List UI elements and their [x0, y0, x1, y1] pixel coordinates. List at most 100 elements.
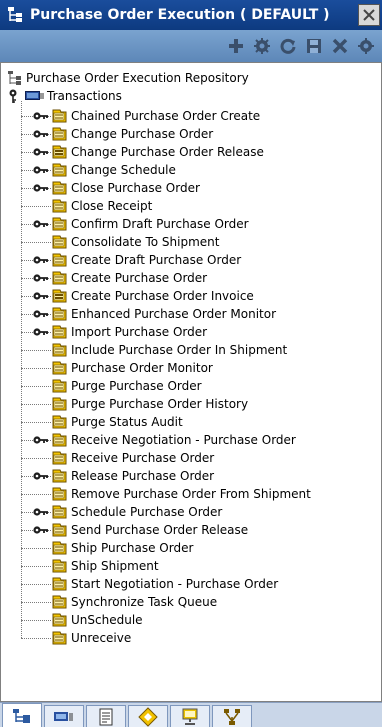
save-button[interactable]	[302, 34, 326, 58]
tree-item-transaction[interactable]: Send Purchase Order Release	[71, 521, 248, 539]
purchase-order-execution-window: Purchase Order Execution ( DEFAULT ) Pur…	[0, 0, 382, 727]
tree-item-label: Consolidate To Shipment	[71, 235, 220, 249]
tree-root-node[interactable]: Purchase Order Execution Repository	[7, 69, 249, 87]
tree-item-transaction[interactable]: Schedule Purchase Order	[71, 503, 222, 521]
tree-item-transaction[interactable]: Purge Status Audit	[71, 413, 183, 431]
expand-key-icon[interactable]	[33, 219, 49, 229]
transaction-document-icon	[51, 576, 69, 592]
tree-branch-line	[21, 494, 51, 495]
tree-item-transaction[interactable]: Chained Purchase Order Create	[71, 107, 260, 125]
tree-item-transaction[interactable]: Create Draft Purchase Order	[71, 251, 241, 269]
tree-item-transaction[interactable]: Change Purchase Order	[71, 125, 213, 143]
tab-network[interactable]	[212, 705, 252, 727]
tree-item-transaction[interactable]: Import Purchase Order	[71, 323, 207, 341]
transaction-document-icon	[51, 180, 69, 196]
transaction-document-icon	[51, 198, 69, 214]
tree-item-transaction[interactable]: UnSchedule	[71, 611, 143, 629]
tree-item-label: Purge Purchase Order	[71, 379, 202, 393]
tree-item-label: Change Schedule	[71, 163, 176, 177]
tree-item-transaction[interactable]: Create Purchase Order	[71, 269, 207, 287]
tree-item-label: Import Purchase Order	[71, 325, 208, 339]
transaction-document-icon	[51, 234, 69, 250]
tab-documents[interactable]	[86, 705, 126, 727]
tree-item-transaction[interactable]: Unreceive	[71, 629, 131, 647]
transaction-document-icon	[51, 216, 69, 232]
details-button[interactable]	[250, 34, 274, 58]
tree-item-transaction[interactable]: Include Purchase Order In Shipment	[71, 341, 287, 359]
expand-key-icon[interactable]	[33, 147, 49, 157]
transaction-document-icon	[51, 306, 69, 322]
expand-key-icon[interactable]	[33, 111, 49, 121]
tree-item-label: Confirm Draft Purchase Order	[71, 217, 249, 231]
expand-key-icon[interactable]	[33, 255, 49, 265]
tree-item-transaction[interactable]: Change Purchase Order Release	[71, 143, 264, 161]
repository-tree[interactable]: Purchase Order Execution Repository Tran…	[0, 62, 382, 702]
tree-item-label: Receive Purchase Order	[71, 451, 215, 465]
transaction-document-icon	[51, 378, 69, 394]
tree-item-transaction[interactable]: Release Purchase Order	[71, 467, 214, 485]
tree-item-transaction[interactable]: Purge Purchase Order	[71, 377, 202, 395]
tree-item-transaction[interactable]: Create Purchase Order Invoice	[71, 287, 254, 305]
expand-key-icon[interactable]	[33, 507, 49, 517]
tree-item-label: Start Negotiation - Purchase Order	[71, 577, 279, 591]
tree-item-label: Ship Purchase Order	[71, 541, 194, 555]
tree-item-label: Ship Shipment	[71, 559, 159, 573]
expand-key-icon[interactable]	[33, 165, 49, 175]
expand-key-icon[interactable]	[33, 309, 49, 319]
close-icon[interactable]	[358, 4, 380, 26]
transactions-folder-icon	[25, 90, 45, 102]
expand-key-icon[interactable]	[33, 435, 49, 445]
tree-item-transaction[interactable]: Purge Purchase Order History	[71, 395, 248, 413]
tree-root-label: Purchase Order Execution Repository	[26, 71, 249, 85]
tab-tree[interactable]	[2, 703, 42, 727]
tree-item-transaction[interactable]: Ship Shipment	[71, 557, 159, 575]
tree-item-transaction[interactable]: Confirm Draft Purchase Order	[71, 215, 249, 233]
tree-item-transaction[interactable]: Close Receipt	[71, 197, 152, 215]
tree-item-transaction[interactable]: Synchronize Task Queue	[71, 593, 217, 611]
monitor-icon	[182, 708, 198, 725]
expand-key-icon[interactable]	[33, 183, 49, 193]
gear-icon	[254, 38, 270, 54]
refresh-button[interactable]	[276, 34, 300, 58]
expand-key-icon[interactable]	[33, 327, 49, 337]
tree-item-transaction[interactable]: Start Negotiation - Purchase Order	[71, 575, 278, 593]
transaction-document-icon	[51, 108, 69, 124]
transaction-document-icon	[51, 540, 69, 556]
tree-item-transaction[interactable]: Receive Negotiation - Purchase Order	[71, 431, 296, 449]
tree-item-transaction[interactable]: Consolidate To Shipment	[71, 233, 219, 251]
tab-monitor[interactable]	[170, 705, 210, 727]
tree-item-transaction[interactable]: Receive Purchase Order	[71, 449, 214, 467]
tree-item-transaction[interactable]: Remove Purchase Order From Shipment	[71, 485, 311, 503]
delete-button[interactable]	[328, 34, 352, 58]
tree-item-transaction[interactable]: Close Purchase Order	[71, 179, 200, 197]
title-bar: Purchase Order Execution ( DEFAULT )	[0, 0, 382, 30]
tree-item-transaction[interactable]: Purchase Order Monitor	[71, 359, 213, 377]
tab-transactions[interactable]	[44, 705, 84, 727]
tree-item-transaction[interactable]: Ship Purchase Order	[71, 539, 193, 557]
tree-transactions-node[interactable]: Transactions	[9, 87, 122, 105]
tree-icon	[13, 708, 30, 723]
tree-item-transaction[interactable]: Enhanced Purchase Order Monitor	[71, 305, 276, 323]
transaction-document-icon	[51, 486, 69, 502]
tree-item-label: Unreceive	[71, 631, 132, 645]
extra-button[interactable]	[354, 34, 378, 58]
expand-key-icon[interactable]	[33, 471, 49, 481]
tab-status[interactable]	[128, 705, 168, 727]
tree-item-label: Send Purchase Order Release	[71, 523, 249, 537]
tree-item-label: Change Purchase Order Release	[71, 145, 264, 159]
expand-key-icon[interactable]	[33, 291, 49, 301]
tree-item-label: Close Receipt	[71, 199, 153, 213]
transaction-document-icon	[51, 270, 69, 286]
plus-icon	[229, 39, 243, 53]
transaction-document-icon	[51, 162, 69, 178]
tree-branch-line	[21, 548, 51, 549]
tree-item-transaction[interactable]: Change Schedule	[71, 161, 176, 179]
transaction-document-icon	[51, 414, 69, 430]
tree-item-label: Change Purchase Order	[71, 127, 214, 141]
refresh-icon	[280, 38, 296, 54]
expand-key-icon[interactable]	[33, 525, 49, 535]
expand-key-icon[interactable]	[33, 273, 49, 283]
tree-item-label: Include Purchase Order In Shipment	[71, 343, 288, 357]
expand-key-icon[interactable]	[33, 129, 49, 139]
add-button[interactable]	[224, 34, 248, 58]
